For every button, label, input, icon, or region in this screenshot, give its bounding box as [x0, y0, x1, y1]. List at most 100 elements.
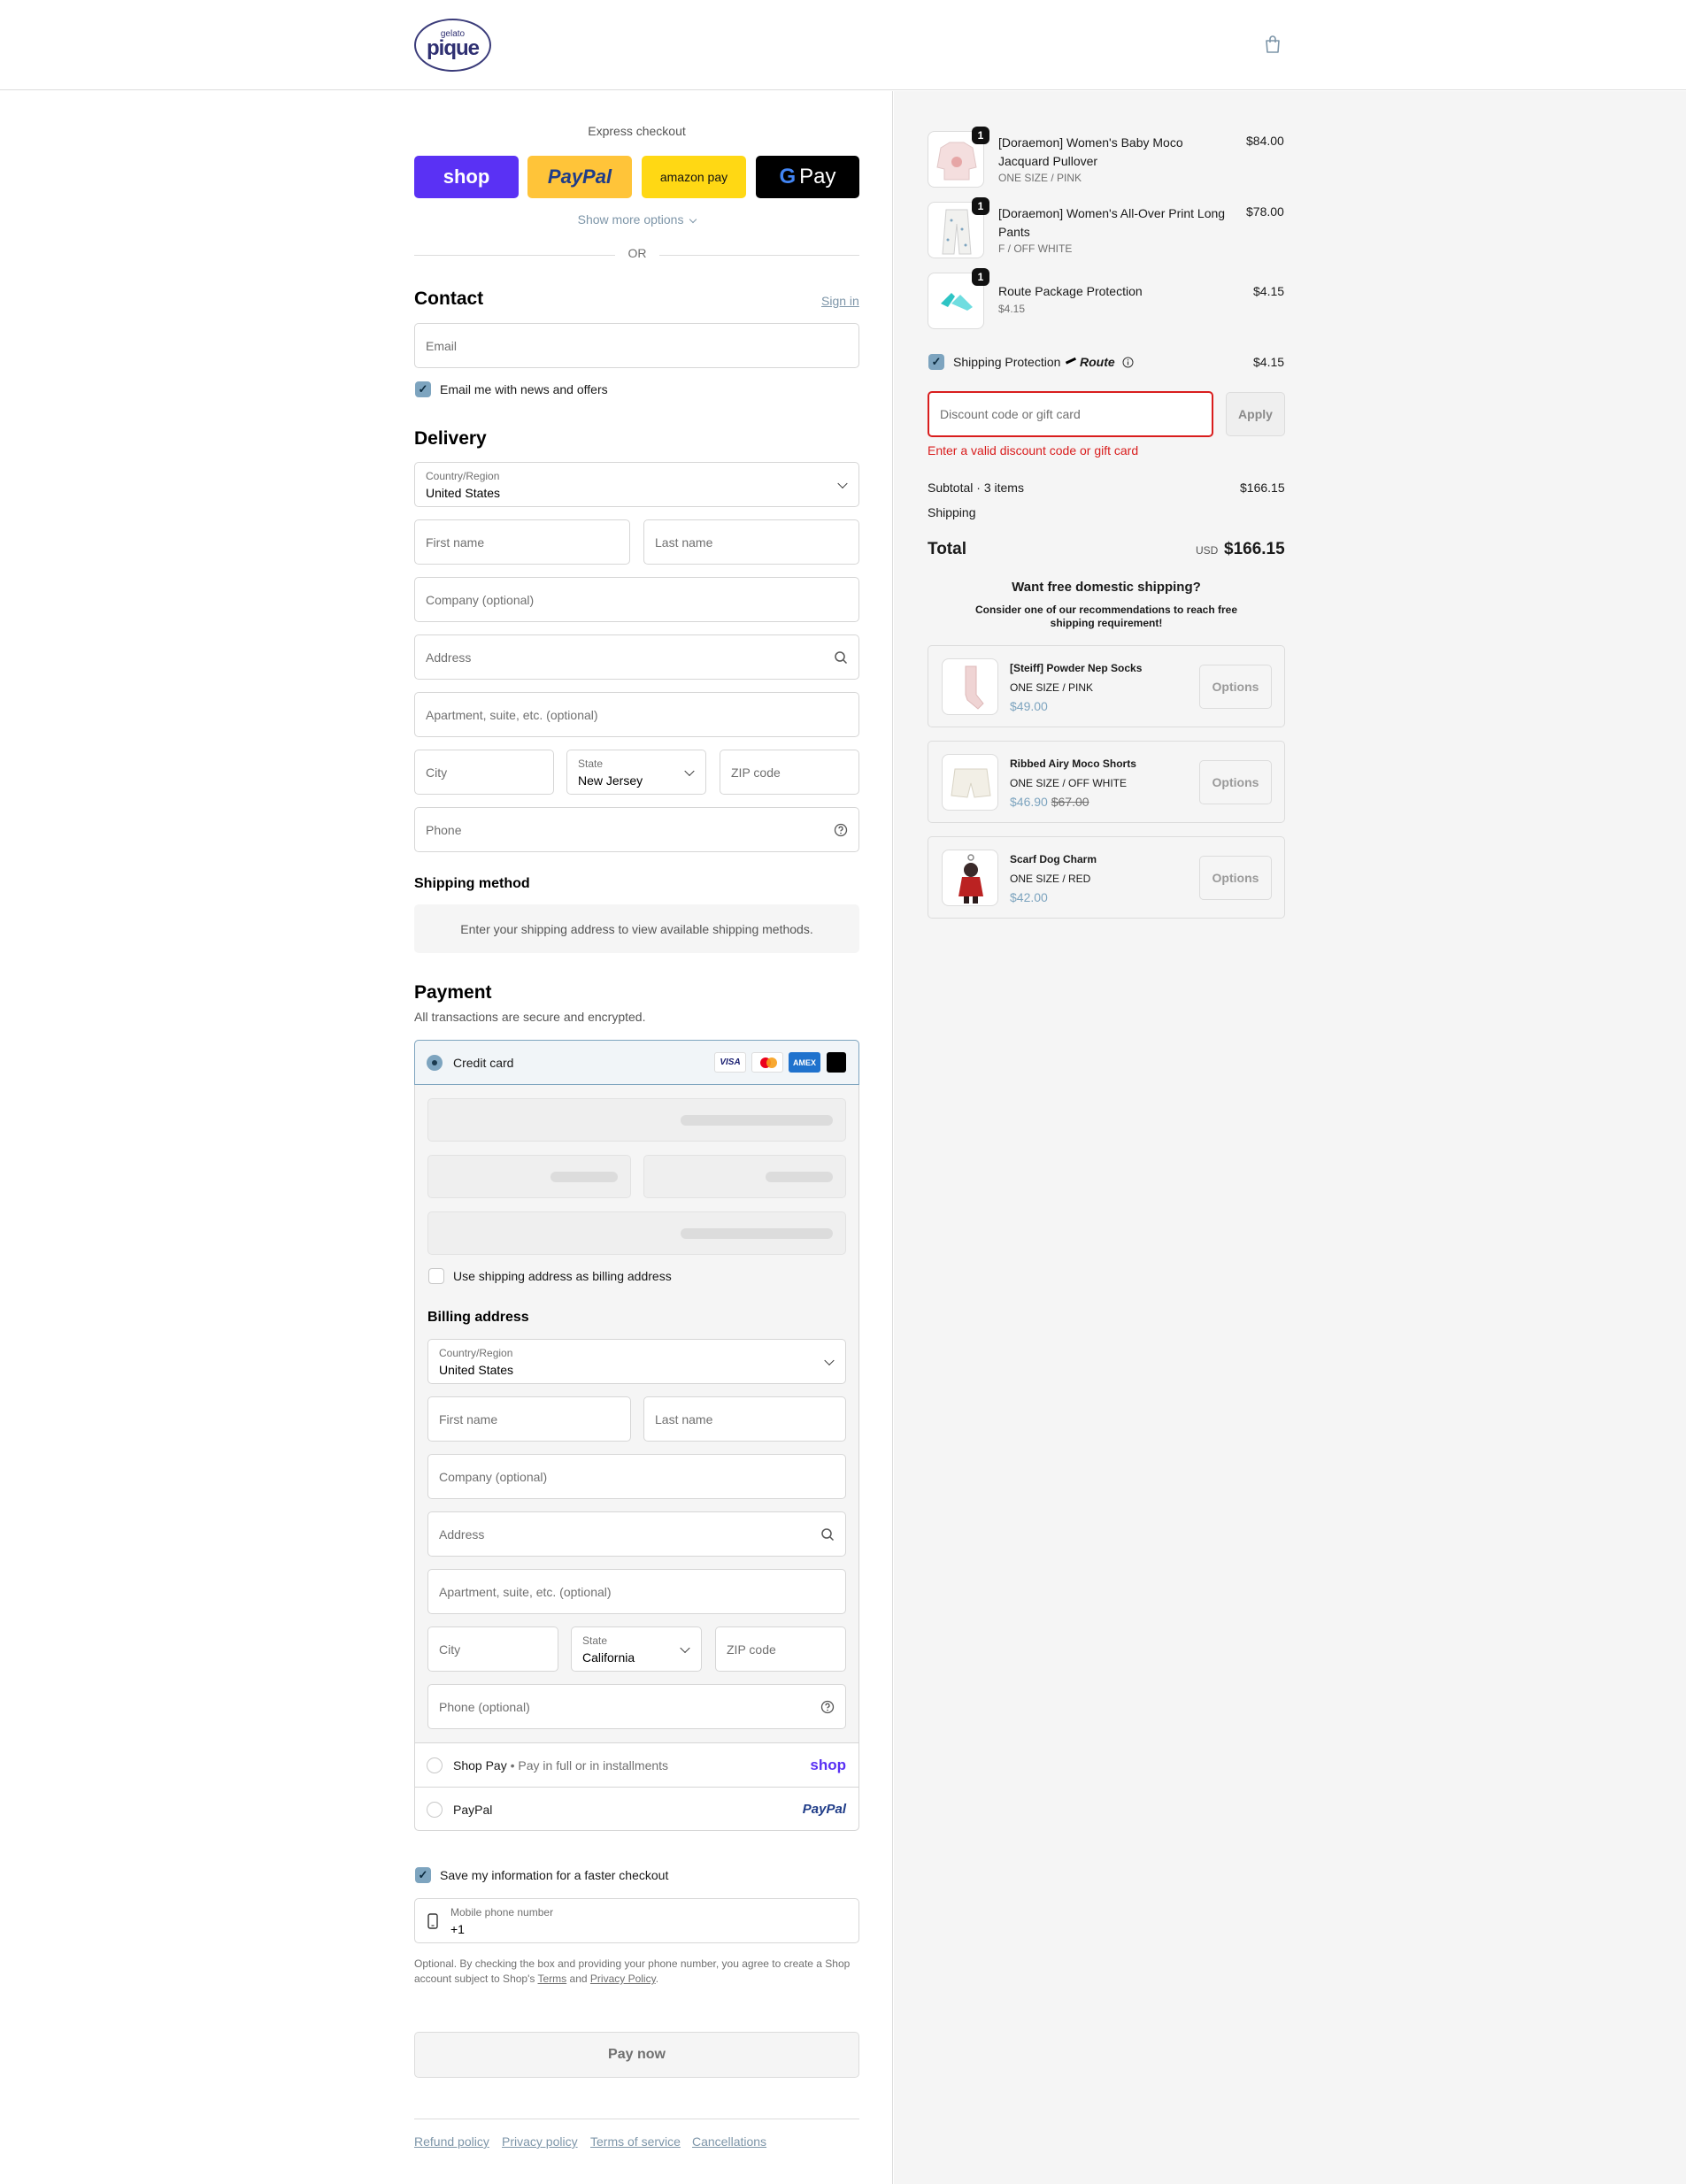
- checkmark-icon: ✓: [931, 355, 942, 368]
- show-more-options-link[interactable]: Show more options: [414, 212, 859, 227]
- shipping-label: Shipping: [928, 505, 976, 519]
- google-pay-label: Pay: [799, 165, 836, 188]
- cart-item-name: [Doraemon] Women's All-Over Print Long P…: [998, 204, 1225, 242]
- recommendation-options-button[interactable]: Options: [1199, 855, 1272, 900]
- credit-card-radio[interactable]: [427, 1055, 443, 1071]
- terms-of-service-link[interactable]: Terms of service: [590, 2134, 681, 2149]
- credit-card-option[interactable]: Credit card VISA AMEX: [414, 1040, 859, 1085]
- help-icon[interactable]: [820, 1700, 835, 1714]
- total-value: $166.15: [1224, 540, 1285, 558]
- privacy-policy-footer-link[interactable]: Privacy policy: [502, 2134, 578, 2149]
- loading-placeholder: [550, 1171, 618, 1182]
- cart-item-name-line: [Doraemon] Women's Baby Moco: [998, 135, 1183, 150]
- paypal-radio[interactable]: [427, 1802, 443, 1818]
- sign-in-link[interactable]: Sign in: [821, 294, 859, 308]
- shop-legal-text: Optional. By checking the box and provid…: [414, 1957, 859, 1987]
- billing-city-placeholder: City: [439, 1642, 461, 1657]
- legal-text-1: Optional. By checking the box and provid…: [414, 1957, 851, 1970]
- terms-link[interactable]: Terms: [538, 1973, 567, 1985]
- apply-discount-button[interactable]: Apply: [1226, 392, 1285, 436]
- billing-last-name-field[interactable]: Last name: [643, 1396, 846, 1442]
- recommendation-compare-price: $67.00: [1051, 795, 1089, 809]
- billing-phone-placeholder: Phone (optional): [439, 1699, 530, 1714]
- recommendation-options-button[interactable]: Options: [1199, 759, 1272, 804]
- paypal-option[interactable]: PayPal PayPal: [415, 1787, 858, 1830]
- mobile-phone-value: +1: [450, 1922, 465, 1936]
- google-pay-express-button[interactable]: G Pay: [756, 156, 859, 198]
- card-security-code-field[interactable]: [643, 1155, 846, 1198]
- paypal-express-button[interactable]: PayPal: [527, 156, 632, 198]
- mobile-phone-field[interactable]: Mobile phone number +1: [414, 1898, 859, 1943]
- help-icon[interactable]: [834, 823, 848, 837]
- amex-icon: AMEX: [789, 1052, 820, 1073]
- visa-text: VISA: [720, 1057, 741, 1067]
- first-name-placeholder: First name: [426, 534, 485, 550]
- card-number-field[interactable]: [427, 1098, 846, 1142]
- cart-item-variant: ONE SIZE / PINK: [998, 172, 1082, 184]
- express-checkout-title: Express checkout: [588, 124, 686, 138]
- billing-company-placeholder: Company (optional): [439, 1469, 548, 1484]
- paypal-logo: PayPal: [547, 165, 612, 188]
- cart-item-price: $78.00: [1246, 204, 1284, 219]
- phone-field[interactable]: Phone: [414, 807, 859, 852]
- news-offers-checkbox[interactable]: ✓: [415, 381, 431, 397]
- first-name-field[interactable]: First name: [414, 519, 630, 565]
- cart-item-price: $84.00: [1246, 134, 1284, 148]
- billing-company-field[interactable]: Company (optional): [427, 1454, 846, 1499]
- address-field[interactable]: Address: [414, 634, 859, 680]
- cancellations-link[interactable]: Cancellations: [692, 2134, 766, 2149]
- more-cards-icon: [827, 1052, 846, 1073]
- email-field[interactable]: Email: [414, 323, 859, 368]
- cart-item-qty-badge: 1: [972, 127, 989, 144]
- amazon-pay-express-button[interactable]: amazon pay: [642, 156, 746, 198]
- cart-item-variant: F / OFF WHITE: [998, 242, 1073, 255]
- billing-zip-placeholder: ZIP code: [727, 1642, 776, 1657]
- visa-icon: VISA: [714, 1052, 746, 1073]
- cart-item-qty-badge: 1: [972, 268, 989, 286]
- shipping-protection-checkbox[interactable]: ✓: [928, 354, 944, 370]
- last-name-field[interactable]: Last name: [643, 519, 859, 565]
- billing-state-select[interactable]: State California: [571, 1626, 702, 1672]
- shop-pay-logo: shop: [443, 165, 490, 188]
- logo-big-text: pique: [427, 36, 480, 60]
- refund-policy-link[interactable]: Refund policy: [414, 2134, 489, 2149]
- apartment-field[interactable]: Apartment, suite, etc. (optional): [414, 692, 859, 737]
- brand-logo[interactable]: gelato pique: [414, 19, 491, 72]
- shop-pay-option[interactable]: Shop Pay • Pay in full or in installment…: [415, 1742, 858, 1787]
- use-shipping-as-billing-checkbox[interactable]: [428, 1268, 444, 1284]
- state-label: State: [578, 757, 604, 770]
- billing-address-field[interactable]: Address: [427, 1511, 846, 1557]
- discount-placeholder: Discount code or gift card: [940, 407, 1081, 421]
- zip-field[interactable]: ZIP code: [720, 750, 859, 795]
- billing-first-name-field[interactable]: First name: [427, 1396, 631, 1442]
- recommendation-card: [Steiff] Powder Nep Socks ONE SIZE / PIN…: [928, 645, 1285, 727]
- discount-code-field[interactable]: Discount code or gift card: [928, 391, 1213, 437]
- state-select[interactable]: State New Jersey: [566, 750, 706, 795]
- privacy-policy-link[interactable]: Privacy Policy: [590, 1973, 656, 1985]
- country-label: Country/Region: [426, 470, 500, 482]
- shop-pay-radio[interactable]: [427, 1757, 443, 1773]
- search-icon: [821, 1527, 835, 1541]
- company-field[interactable]: Company (optional): [414, 577, 859, 622]
- header: gelato pique: [0, 0, 1686, 90]
- billing-apartment-field[interactable]: Apartment, suite, etc. (optional): [427, 1569, 846, 1614]
- recommendations-subtitle: Consider one of our recommendations to r…: [928, 604, 1285, 630]
- billing-country-select[interactable]: Country/Region United States: [427, 1339, 846, 1384]
- shop-pay-express-button[interactable]: shop: [414, 156, 519, 198]
- billing-phone-field[interactable]: Phone (optional): [427, 1684, 846, 1729]
- city-field[interactable]: City: [414, 750, 554, 795]
- chevron-down-icon: [837, 478, 848, 488]
- save-info-checkbox[interactable]: ✓: [415, 1867, 431, 1883]
- pay-now-button[interactable]: Pay now: [414, 2032, 859, 2078]
- recommendation-options-button[interactable]: Options: [1199, 664, 1272, 709]
- shop-pay-label: Shop Pay: [453, 1758, 507, 1773]
- billing-address-placeholder: Address: [439, 1526, 485, 1542]
- card-expiry-field[interactable]: [427, 1155, 631, 1198]
- billing-city-field[interactable]: City: [427, 1626, 558, 1672]
- billing-zip-field[interactable]: ZIP code: [715, 1626, 846, 1672]
- checkmark-icon: ✓: [418, 382, 428, 396]
- country-select[interactable]: Country/Region United States: [414, 462, 859, 507]
- shopping-bag-icon[interactable]: [1264, 35, 1282, 54]
- info-icon[interactable]: [1122, 357, 1134, 368]
- card-name-field[interactable]: [427, 1211, 846, 1255]
